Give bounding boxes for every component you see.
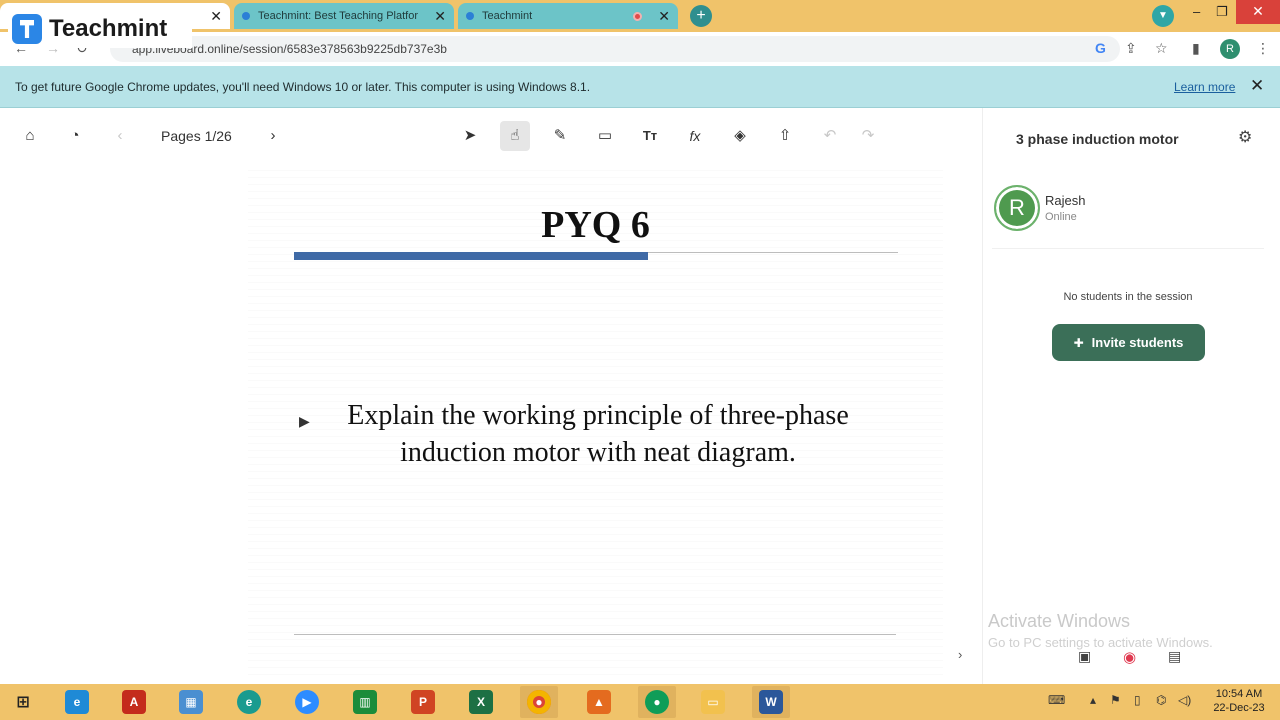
- word-icon[interactable]: W: [752, 686, 790, 718]
- activate-windows-watermark: Activate Windows: [988, 611, 1131, 631]
- chrome-taskbar-icon[interactable]: ●: [520, 686, 558, 718]
- tab-close-icon[interactable]: ✕: [210, 8, 222, 25]
- panel-expand-chevron-icon[interactable]: ›: [958, 647, 962, 662]
- file-explorer-icon[interactable]: ▭: [694, 686, 732, 718]
- tab-close-icon[interactable]: ✕: [434, 8, 446, 25]
- pen-icon[interactable]: ✎: [550, 126, 570, 146]
- internet-explorer-icon[interactable]: e: [58, 686, 96, 718]
- page-counter: Pages 1/26: [161, 128, 232, 144]
- bullet-arrow-icon: ▶: [299, 413, 310, 429]
- settings-gear-icon[interactable]: ⚙: [1238, 127, 1252, 147]
- teacher-avatar: R: [994, 185, 1040, 231]
- slide-footer-rule: [294, 634, 896, 635]
- clock-date: 22-Dec-23: [1213, 702, 1265, 714]
- teachmint-logo: Teachmint: [8, 10, 192, 48]
- learn-more-link[interactable]: Learn more: [1174, 80, 1235, 94]
- chrome-update-infobar: To get future Google Chrome updates, you…: [0, 66, 1280, 108]
- record-button-icon[interactable]: ◉: [1123, 648, 1136, 666]
- recording-indicator-icon: [633, 11, 643, 21]
- keyboard-icon[interactable]: ⌨: [1048, 693, 1065, 707]
- logo-text: Teachmint: [49, 15, 168, 42]
- infobar-close-icon[interactable]: ✕: [1250, 76, 1264, 96]
- zoom-icon[interactable]: ▶: [288, 686, 326, 718]
- infobar-message: To get future Google Chrome updates, you…: [15, 80, 591, 94]
- invite-students-label: Invite students: [1091, 335, 1184, 350]
- chrome-profile-taskbar-icon[interactable]: ●: [638, 686, 676, 718]
- chrome-menu-icon[interactable]: ⋮: [1256, 40, 1270, 57]
- session-title: 3 phase induction motor: [1016, 131, 1179, 147]
- formula-icon[interactable]: fx: [685, 126, 705, 146]
- share-icon[interactable]: ⇪: [1125, 40, 1137, 57]
- timer-icon[interactable]: ◔: [65, 126, 85, 146]
- tab-favicon-icon: [466, 12, 474, 20]
- add-people-icon: ✚: [1073, 335, 1084, 350]
- edge-icon[interactable]: e: [230, 686, 268, 718]
- minimize-icon[interactable]: –: [1193, 4, 1200, 19]
- camera-icon[interactable]: ▣: [1078, 648, 1091, 665]
- control-panel-icon[interactable]: ▦: [172, 686, 210, 718]
- select-pointer-icon[interactable]: ➤: [460, 126, 480, 146]
- tab-favicon-icon: [242, 12, 250, 20]
- restore-icon[interactable]: ❐: [1216, 4, 1228, 20]
- side-panel-icon[interactable]: ▮: [1192, 40, 1200, 57]
- network-icon[interactable]: ⌬: [1156, 693, 1166, 707]
- window-close-icon[interactable]: ✕: [1236, 0, 1280, 24]
- tray-expand-icon[interactable]: ▴: [1090, 693, 1096, 707]
- slide-question-text: Explain the working principle of three-p…: [347, 400, 849, 468]
- title-underline-thin: [648, 252, 898, 253]
- store-icon[interactable]: ▥: [346, 686, 384, 718]
- upload-icon[interactable]: ⇧: [775, 126, 795, 146]
- prev-page-icon[interactable]: ‹: [110, 126, 130, 146]
- tab-title: Teachmint: Best Teaching Platfor: [258, 10, 418, 22]
- redo-icon[interactable]: ↷: [858, 126, 878, 146]
- slide-title: PYQ 6: [541, 204, 650, 246]
- browser-tab-2[interactable]: Teachmint: Best Teaching Platfor ✕: [234, 3, 454, 29]
- url-field[interactable]: app.liveboard.online/session/6583e378563…: [110, 36, 1120, 62]
- taskbar-clock[interactable]: 10:54 AM 22-Dec-23: [1204, 687, 1274, 715]
- tab-title: Teachmint: [482, 10, 533, 22]
- chat-icon[interactable]: ▤: [1168, 648, 1181, 665]
- panel-divider: [992, 248, 1264, 249]
- battery-icon[interactable]: ▯: [1134, 693, 1141, 707]
- profile-avatar[interactable]: R: [1220, 39, 1240, 59]
- no-students-message: No students in the session: [1063, 291, 1193, 303]
- acrobat-icon[interactable]: A: [115, 686, 153, 718]
- tab-close-icon[interactable]: ✕: [658, 8, 670, 25]
- text-tool-icon[interactable]: Tт: [640, 126, 660, 146]
- google-lens-icon[interactable]: G: [1095, 40, 1106, 56]
- clock-time: 10:54 AM: [1215, 688, 1263, 700]
- tab-search-chevron-icon[interactable]: ▼: [1152, 5, 1174, 27]
- hand-pan-icon[interactable]: ☝: [500, 121, 530, 151]
- undo-icon[interactable]: ↶: [820, 126, 840, 146]
- teacher-name: Rajesh: [1045, 193, 1086, 208]
- matlab-icon[interactable]: ▲: [580, 686, 618, 718]
- home-icon[interactable]: ⌂: [20, 126, 40, 146]
- teachmint-logo-icon: [12, 14, 42, 44]
- title-underline-accent: [294, 252, 648, 260]
- next-page-icon[interactable]: ›: [263, 126, 283, 146]
- invite-students-button[interactable]: ✚ Invite students: [1052, 324, 1205, 361]
- new-tab-button[interactable]: +: [690, 5, 712, 27]
- powerpoint-icon[interactable]: P: [404, 686, 442, 718]
- teacher-status: Online: [1045, 211, 1077, 223]
- flag-icon[interactable]: ⚑: [1110, 693, 1121, 707]
- excel-icon[interactable]: X: [462, 686, 500, 718]
- volume-icon[interactable]: ◁): [1178, 693, 1191, 707]
- browser-tab-3[interactable]: Teachmint ✕: [458, 3, 678, 29]
- windows-start-icon[interactable]: ⊞: [4, 686, 42, 718]
- bookmark-star-icon[interactable]: ☆: [1155, 40, 1168, 57]
- eraser-icon[interactable]: ◈: [730, 126, 750, 146]
- rectangle-shape-icon[interactable]: ▭: [595, 126, 615, 146]
